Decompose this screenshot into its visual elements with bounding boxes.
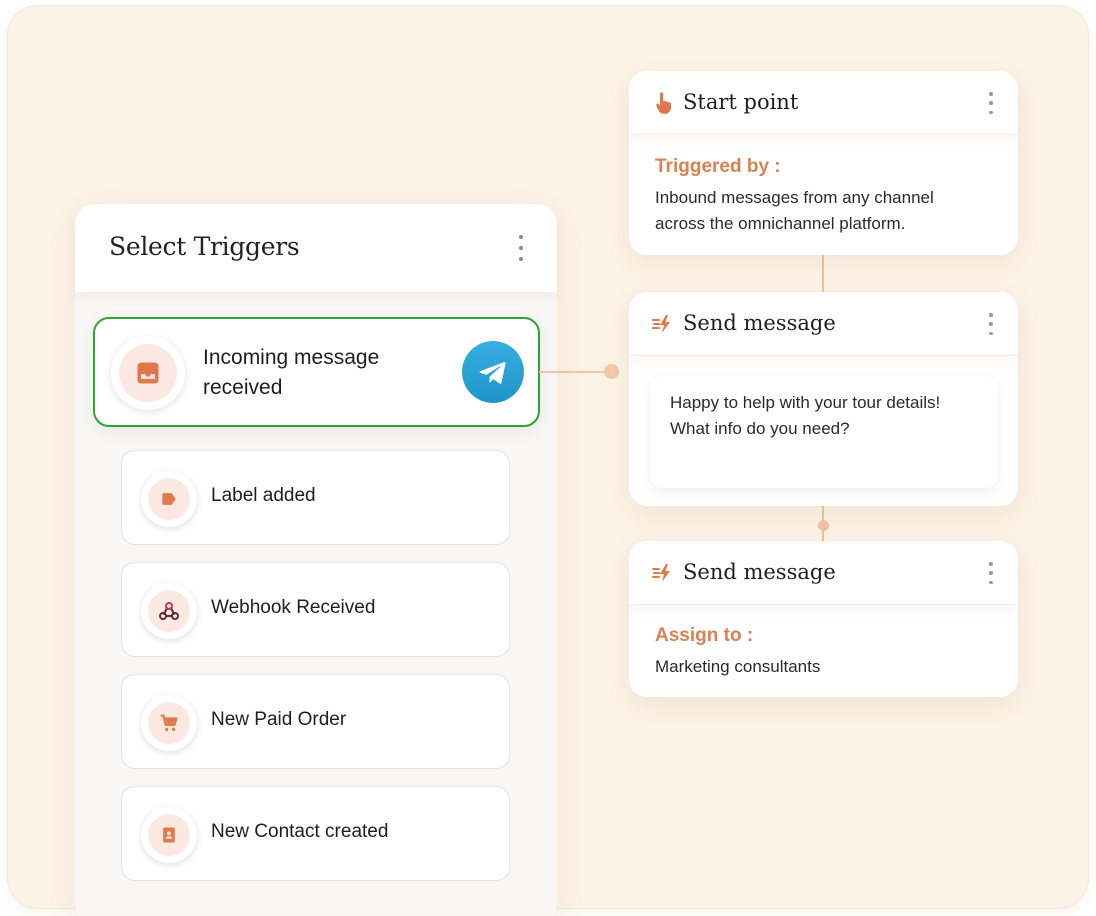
webhook-icon [159,602,179,620]
send-message-header: Send message [629,541,1018,605]
start-point-card[interactable]: Start point Triggered by : Inbound messa… [629,71,1018,255]
more-options-icon[interactable] [988,562,994,584]
cart-icon [160,714,178,732]
trigger-item-new-paid-order[interactable]: New Paid Order [121,674,510,769]
inbox-icon-ring [111,336,185,410]
flow-connector-line [822,254,824,294]
pointer-hand-icon [656,92,671,114]
trigger-item-label-added[interactable]: Label added [121,450,510,545]
telegram-icon[interactable] [462,341,524,403]
assign-to-label: Assign to : [655,625,754,646]
more-options-icon[interactable] [988,313,994,335]
triggered-by-label: Triggered by : [655,156,781,177]
label-tag-icon [162,493,176,505]
more-options-icon[interactable] [518,235,524,261]
start-point-header: Start point [629,71,1018,135]
trigger-connector-line [539,371,611,373]
send-message-header: Send message [629,292,1018,356]
send-message-title: Send message [683,560,836,584]
send-bolt-icon [652,564,670,582]
trigger-item-webhook[interactable]: Webhook Received [121,562,510,657]
flow-connector-dot [818,520,829,531]
send-message-assign-card[interactable]: Send message Assign to : Marketing consu… [629,541,1018,697]
trigger-panel-header: Select Triggers [75,204,557,292]
message-text: Happy to help with your tour details! Wh… [670,393,941,438]
selected-trigger-card[interactable]: Incoming message received [93,317,540,427]
start-point-title: Start point [683,90,799,114]
send-bolt-icon [652,315,670,333]
more-options-icon[interactable] [988,92,994,114]
trigger-connector-dot [604,364,619,379]
trigger-item-label: Webhook Received [211,597,376,618]
send-message-card[interactable]: Send message Happy to help with your tou… [629,292,1018,506]
contact-card-icon [163,827,175,843]
selected-trigger-label: Incoming message received [203,346,380,399]
message-preview[interactable]: Happy to help with your tour details! Wh… [650,376,998,488]
send-message-title: Send message [683,311,836,335]
triggered-by-text: Inbound messages from any channel across… [655,188,934,233]
trigger-panel-title: Select Triggers [109,232,300,261]
trigger-item-new-contact[interactable]: New Contact created [121,786,510,881]
inbox-icon [137,362,159,384]
assign-to-text: Marketing consultants [655,657,821,676]
trigger-item-label: New Contact created [211,821,389,842]
trigger-item-label: Label added [211,485,316,506]
trigger-item-label: New Paid Order [211,709,347,730]
